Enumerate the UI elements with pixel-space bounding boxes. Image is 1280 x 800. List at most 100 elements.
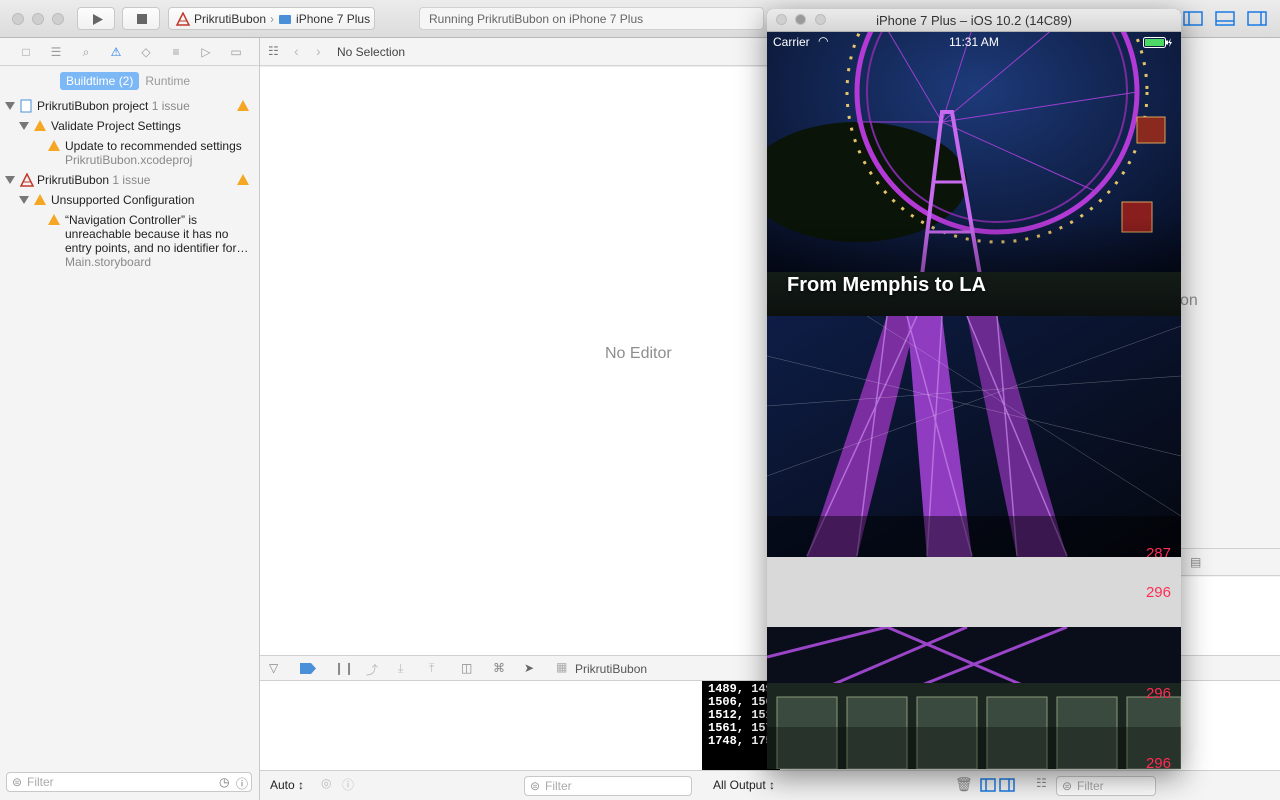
- variables-filter-field[interactable]: ⊜ Filter: [524, 776, 692, 796]
- related-items-icon[interactable]: ☷: [268, 44, 279, 58]
- memory-graph-icon[interactable]: ⌘: [493, 661, 505, 675]
- wifi-icon: ◠: [818, 34, 829, 48]
- clock-icon[interactable]: ◷: [219, 775, 229, 789]
- close-window-button[interactable]: [776, 14, 787, 25]
- report-navigator-icon[interactable]: ▭: [228, 44, 244, 60]
- issue-navigator-icon[interactable]: ⚠: [108, 44, 124, 60]
- segment-runtime[interactable]: Runtime: [139, 72, 196, 90]
- variables-scope-popup[interactable]: Auto ↕: [270, 778, 304, 792]
- zoom-window-button[interactable]: [815, 14, 826, 25]
- simulator-title-bar: iPhone 7 Plus – iOS 10.2 (14C89): [767, 9, 1181, 32]
- device-icon: [279, 14, 292, 24]
- warning-icon: [237, 174, 249, 185]
- stop-button[interactable]: [122, 7, 160, 30]
- carrier-label: Carrier: [773, 35, 810, 49]
- stop-icon: [137, 14, 147, 24]
- warning-icon: [34, 194, 46, 205]
- cell-number: 287: [1145, 545, 1171, 557]
- media-library-icon[interactable]: ▤: [1190, 555, 1201, 569]
- disclosure-triangle-icon[interactable]: [5, 176, 15, 184]
- table-row[interactable]: From Memphis to LA: [767, 32, 1181, 316]
- warning-icon: [237, 100, 249, 111]
- issue-message-line: unreachable because it has no: [65, 227, 229, 241]
- activity-viewer: Running PrikrutiBubon on iPhone 7 Plus: [419, 7, 764, 30]
- no-editor-label: No Editor: [605, 345, 672, 362]
- issue-message: Update to recommended settings: [65, 139, 242, 153]
- phone-screen: From Memphis to LA Carrier ◠ 11:31 AM 28…: [767, 32, 1181, 769]
- table-row[interactable]: 296 296: [767, 627, 1181, 769]
- close-window-button[interactable]: [12, 13, 24, 25]
- issue-item-update-settings[interactable]: Update to recommended settings PrikrutiB…: [0, 139, 259, 169]
- library-grid-icon[interactable]: ☷: [1036, 776, 1047, 790]
- library-filter-field[interactable]: ⊜ Filter: [1056, 776, 1156, 796]
- run-button[interactable]: [77, 7, 115, 30]
- minimize-window-button[interactable]: [795, 14, 806, 25]
- variables-pane-toggle-icon[interactable]: [980, 778, 996, 792]
- process-icon: ▦: [556, 660, 568, 674]
- play-icon: [93, 14, 103, 25]
- segment-buildtime[interactable]: Buildtime (2): [60, 72, 140, 90]
- filter-placeholder: Filter: [545, 779, 572, 793]
- breakpoint-navigator-icon[interactable]: ▷: [198, 44, 214, 60]
- eye-icon[interactable]: ◎: [321, 776, 331, 790]
- forward-arrow-icon[interactable]: ›: [316, 43, 321, 59]
- pause-icon[interactable]: ❙❙: [334, 661, 354, 675]
- trash-icon[interactable]: 🗑: [955, 776, 973, 793]
- activity-status: Running PrikrutiBubon on iPhone 7 Plus: [429, 11, 644, 26]
- minimize-window-button[interactable]: [32, 13, 44, 25]
- issue-item-navigation-controller[interactable]: “Navigation Controller” is unreachable b…: [0, 213, 259, 271]
- step-over-icon[interactable]: ⤴: [366, 661, 378, 678]
- issue-file: Main.storyboard: [65, 255, 152, 269]
- warning-filter-icon[interactable]: ⓘ: [236, 775, 248, 792]
- issue-message-line: entry points, and no identifier for…: [65, 241, 249, 255]
- issue-category-title: Validate Project Settings: [51, 119, 181, 133]
- battery-icon: [1143, 37, 1172, 48]
- simulator-title: iPhone 7 Plus – iOS 10.2 (14C89): [876, 13, 1072, 28]
- disclosure-triangle-icon[interactable]: [19, 196, 29, 204]
- scheme-target-label: PrikrutiBubon: [194, 11, 267, 26]
- library-selector-bar: ▤: [1180, 548, 1280, 576]
- console-pane-toggle-icon[interactable]: [999, 778, 1015, 792]
- breakpoints-toggle-icon[interactable]: [300, 663, 316, 674]
- issue-group-title: PrikrutiBubon project: [37, 99, 149, 113]
- table-row[interactable]: 296: [767, 557, 1181, 627]
- status-bar: Carrier ◠ 11:31 AM: [767, 32, 1181, 52]
- variables-view: [260, 681, 702, 770]
- location-icon[interactable]: ➤: [524, 661, 534, 675]
- folder-icon[interactable]: □: [18, 44, 34, 60]
- navigator-filter-field[interactable]: ⊜ Filter ◷ ⓘ: [6, 772, 252, 792]
- disclosure-triangle-icon[interactable]: [5, 102, 15, 110]
- cell-title: From Memphis to LA: [787, 274, 986, 296]
- filter-icon: ⊜: [12, 775, 23, 789]
- debug-area-toggle-icon[interactable]: [1215, 11, 1235, 26]
- search-icon[interactable]: ⌕: [78, 44, 94, 60]
- debug-navigator-icon[interactable]: ≡: [168, 44, 184, 60]
- hide-debug-area-icon[interactable]: ▽: [269, 661, 278, 675]
- test-navigator-icon[interactable]: ◇: [138, 44, 154, 60]
- debug-bottom-bar: Auto ↕ ◎ ⓘ ⊜ Filter All Output ↕ 🗑 ☷ ⊜ F…: [260, 770, 1280, 800]
- issue-message-line: “Navigation Controller” is: [65, 213, 198, 227]
- filter-icon: ⊜: [1062, 779, 1073, 793]
- scheme-selector[interactable]: PrikrutiBubon › iPhone 7 Plus: [168, 7, 375, 30]
- scheme-device-label: iPhone 7 Plus: [296, 11, 371, 26]
- console-output-popup[interactable]: All Output ↕: [713, 778, 775, 792]
- issue-category-title: Unsupported Configuration: [51, 193, 195, 207]
- issue-count: 1 issue: [151, 99, 190, 113]
- table-row[interactable]: 287: [767, 316, 1181, 557]
- ferris-wheel-base-photo: [767, 627, 1181, 769]
- cell-number: 296: [1145, 584, 1171, 601]
- view-debugger-icon[interactable]: ◫: [461, 661, 472, 675]
- app-icon: [19, 173, 35, 187]
- navigator-selector-bar: □ ☰ ⌕ ⚠ ◇ ≡ ▷ ▭: [0, 38, 259, 66]
- zoom-window-button[interactable]: [52, 13, 64, 25]
- info-icon[interactable]: ⓘ: [342, 776, 354, 793]
- step-out-icon[interactable]: ⤒: [429, 661, 434, 676]
- ferris-wheel-tower-photo: [767, 316, 1181, 557]
- utilities-toggle-icon[interactable]: [1247, 11, 1267, 26]
- step-into-icon[interactable]: ⤓: [398, 661, 403, 676]
- disclosure-triangle-icon[interactable]: [19, 122, 29, 130]
- app-icon: [175, 11, 191, 26]
- navigator-toggle-icon[interactable]: [1183, 11, 1203, 26]
- back-arrow-icon[interactable]: ‹: [294, 43, 299, 59]
- symbol-navigator-icon[interactable]: ☰: [48, 44, 64, 60]
